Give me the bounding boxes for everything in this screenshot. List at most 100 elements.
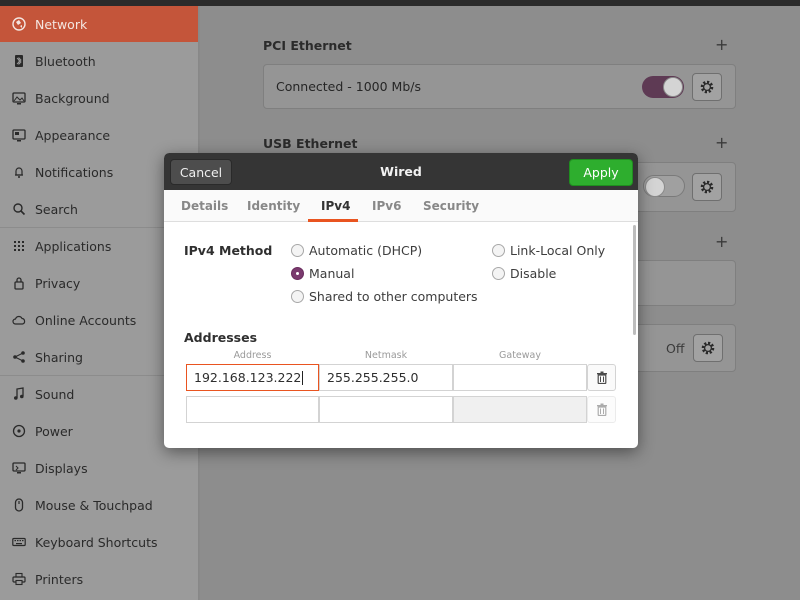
gateway-input[interactable] <box>453 364 587 391</box>
sidebar-item-label: Network <box>35 16 88 32</box>
pci-ethernet-card: Connected - 1000 Mb/s <box>263 64 736 109</box>
mouse-icon <box>11 497 27 513</box>
sidebar-item-label: Mouse & Touchpad <box>35 497 153 513</box>
address-value: 192.168.123.222 <box>194 370 302 385</box>
gear-icon <box>700 80 714 94</box>
sidebar-item-label: Notifications <box>35 164 114 180</box>
sidebar-item-bluetooth[interactable]: Bluetooth <box>0 43 198 79</box>
radio-indicator <box>291 290 304 303</box>
sidebar-item-label: Background <box>35 90 110 106</box>
pci-settings-button[interactable] <box>692 73 722 101</box>
network-icon <box>11 16 27 32</box>
ipv4-method-label: IPv4 Method <box>184 243 273 258</box>
usb-ethernet-title: USB Ethernet <box>263 136 358 151</box>
grid-icon <box>11 238 27 254</box>
sidebar-item-label: Appearance <box>35 127 111 143</box>
cloud-icon <box>11 312 27 328</box>
sidebar-item-appearance[interactable]: Appearance <box>0 117 198 153</box>
sidebar-item-mouse-touchpad[interactable]: Mouse & Touchpad <box>0 487 198 523</box>
radio-indicator <box>492 267 505 280</box>
addresses-label: Addresses <box>184 330 258 345</box>
sidebar-item-label: Search <box>35 201 78 217</box>
dialog-header <box>164 153 638 190</box>
tab-security[interactable]: Security <box>423 190 479 222</box>
radio-label: Automatic (DHCP) <box>309 243 423 258</box>
sidebar-item-background[interactable]: Background <box>0 80 198 116</box>
gateway-input[interactable] <box>453 396 587 423</box>
music-note-icon <box>11 386 27 402</box>
column-header-address: Address <box>233 350 272 361</box>
sidebar-item-label: Power <box>35 423 73 439</box>
sidebar-item-keyboard-shortcuts[interactable]: Keyboard Shortcuts <box>0 524 198 560</box>
sidebar-item-printers[interactable]: Printers <box>0 561 198 597</box>
sidebar-item-network[interactable]: Network <box>0 6 198 42</box>
sidebar-item-label: Printers <box>35 571 84 587</box>
dialog-scrollbar[interactable] <box>633 225 636 335</box>
wired-settings-dialog: Wired Cancel Apply Details Identity IPv4… <box>164 153 638 448</box>
gear-icon <box>700 180 714 194</box>
sidebar-item-label: Sharing <box>35 349 83 365</box>
radio-shared[interactable]: Shared to other computers <box>291 289 478 304</box>
pci-connection-status: Connected - 1000 Mb/s <box>276 79 421 94</box>
radio-label: Disable <box>510 266 557 281</box>
radio-label: Manual <box>309 266 355 281</box>
radio-label: Link-Local Only <box>510 243 606 258</box>
printer-icon <box>11 571 27 587</box>
search-icon <box>11 201 27 217</box>
netmask-value: 255.255.255.0 <box>327 370 419 385</box>
display-icon <box>11 460 27 476</box>
tab-identity[interactable]: Identity <box>247 190 300 222</box>
radio-manual[interactable]: Manual <box>291 266 354 281</box>
pci-ethernet-toggle[interactable] <box>642 76 684 98</box>
appearance-icon <box>11 127 27 143</box>
gear-icon <box>701 341 715 355</box>
active-tab-indicator <box>308 219 358 222</box>
keyboard-icon <box>11 534 27 550</box>
tab-details[interactable]: Details <box>181 190 228 222</box>
radio-indicator <box>291 267 304 280</box>
sidebar-item-label: Displays <box>35 460 88 476</box>
sidebar-item-displays[interactable]: Displays <box>0 450 198 486</box>
add-pci-connection-icon[interactable]: + <box>715 35 728 54</box>
tab-ipv6[interactable]: IPv6 <box>372 190 401 222</box>
lock-icon <box>11 275 27 291</box>
sidebar-item-label: Online Accounts <box>35 312 137 328</box>
add-vpn-icon[interactable]: + <box>715 232 728 251</box>
trash-icon <box>596 403 607 416</box>
apply-button[interactable]: Apply <box>569 159 633 186</box>
delete-address-button[interactable] <box>587 364 616 391</box>
usb-settings-button[interactable] <box>692 173 722 201</box>
address-input[interactable] <box>186 396 319 423</box>
column-header-gateway: Gateway <box>499 350 541 361</box>
sidebar-item-label: Bluetooth <box>35 53 96 69</box>
usb-ethernet-toggle[interactable] <box>643 175 685 197</box>
background-icon <box>11 90 27 106</box>
add-usb-connection-icon[interactable]: + <box>715 133 728 152</box>
radio-indicator <box>291 244 304 257</box>
bell-icon <box>11 164 27 180</box>
radio-automatic-dhcp[interactable]: Automatic (DHCP) <box>291 243 422 258</box>
text-caret <box>302 370 304 385</box>
delete-address-button[interactable] <box>587 396 616 423</box>
trash-icon <box>596 371 607 384</box>
cancel-button[interactable]: Cancel <box>170 159 232 185</box>
proxy-status: Off <box>666 341 685 356</box>
pci-ethernet-title: PCI Ethernet <box>263 38 352 53</box>
address-input[interactable]: 192.168.123.222 <box>186 364 319 391</box>
sidebar-item-label: Sound <box>35 386 75 402</box>
share-icon <box>11 349 27 365</box>
power-icon <box>11 423 27 439</box>
sidebar-item-label: Keyboard Shortcuts <box>35 534 158 550</box>
sidebar-item-label: Applications <box>35 238 112 254</box>
radio-label: Shared to other computers <box>309 289 478 304</box>
radio-indicator <box>492 244 505 257</box>
netmask-input[interactable]: 255.255.255.0 <box>319 364 453 391</box>
column-header-netmask: Netmask <box>364 350 408 361</box>
sidebar-item-label: Privacy <box>35 275 81 291</box>
bluetooth-icon <box>11 53 27 69</box>
netmask-input[interactable] <box>319 396 453 423</box>
tab-ipv4[interactable]: IPv4 <box>321 190 350 222</box>
radio-link-local[interactable]: Link-Local Only <box>492 243 605 258</box>
radio-disable[interactable]: Disable <box>492 266 556 281</box>
proxy-settings-button[interactable] <box>693 334 723 362</box>
